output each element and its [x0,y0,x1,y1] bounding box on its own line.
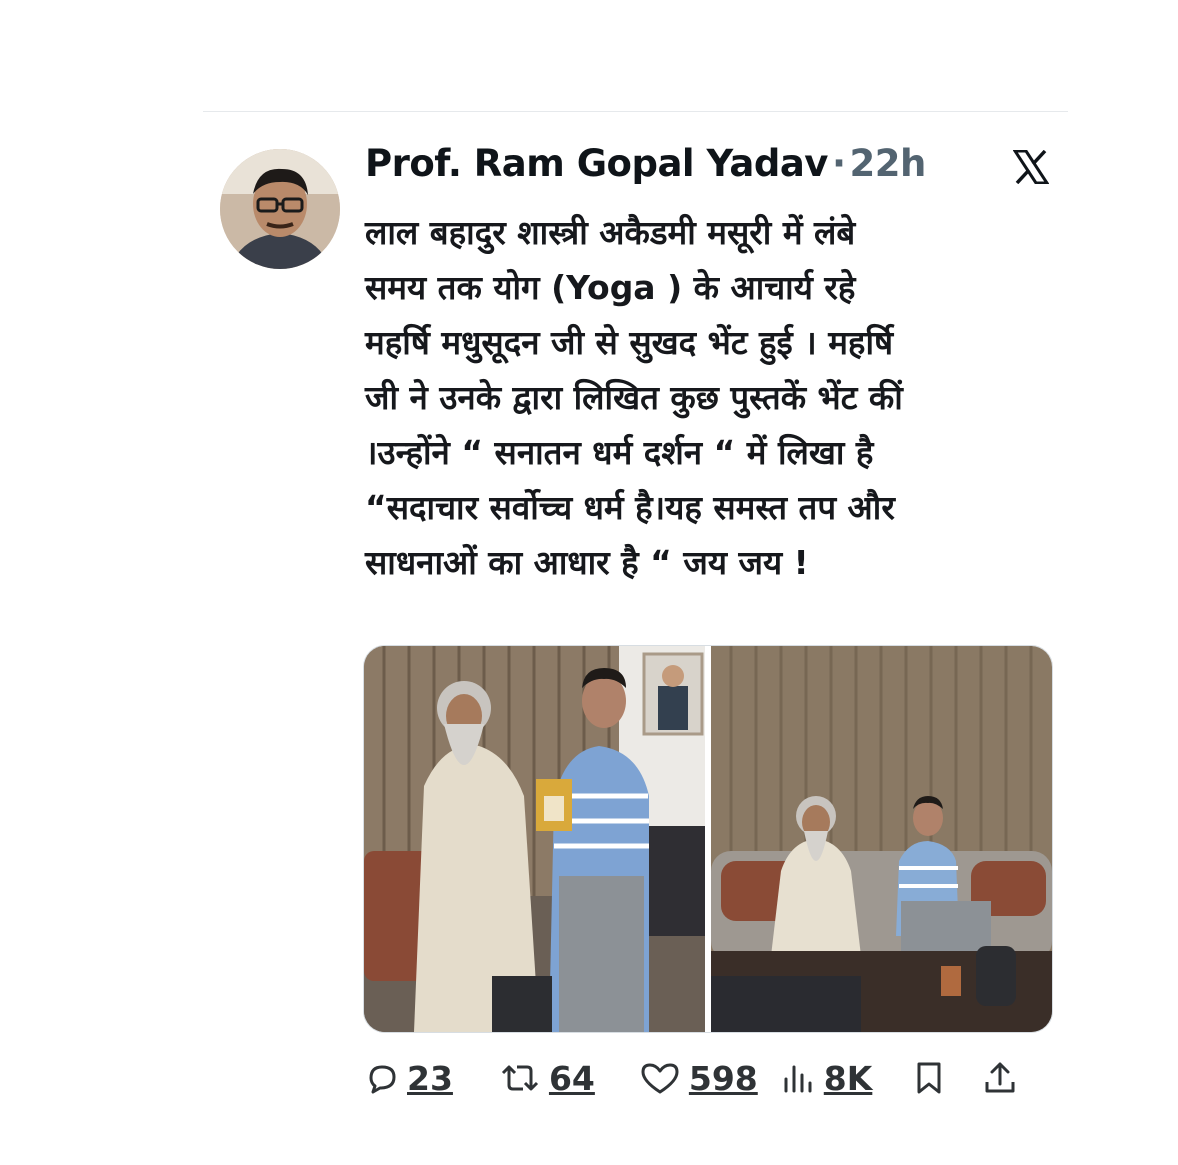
author-name[interactable]: Prof. Ram Gopal Yadav [365,142,828,185]
bookmark-button[interactable] [912,1060,946,1096]
view-count: 8K [823,1058,873,1098]
bookmark-icon [917,1062,941,1094]
bar-chart-icon [784,1065,812,1093]
speech-bubble-icon [369,1065,396,1094]
like-button[interactable]: 598 [639,1059,758,1098]
repost-arrows-icon [501,1065,538,1091]
avatar[interactable] [220,149,340,269]
tweet-header: Prof. Ram Gopal Yadav · 22h [365,142,926,185]
repost-button[interactable]: 64 [499,1059,595,1098]
separator-dot: · [831,142,846,185]
repost-count: 64 [548,1058,595,1098]
action-bar: 23 64 598 8K [365,1055,1055,1101]
photo-2[interactable] [711,646,1052,1032]
media-gallery[interactable] [363,645,1053,1033]
timestamp[interactable]: 22h [850,142,927,185]
like-count: 598 [688,1058,758,1098]
photo-1[interactable] [364,646,705,1032]
x-logo-icon [1012,149,1050,185]
share-upload-icon [985,1062,1015,1093]
reply-button[interactable]: 23 [365,1059,453,1098]
reply-count: 23 [407,1058,453,1098]
views-button[interactable]: 8K [780,1058,873,1098]
heart-icon [641,1063,679,1094]
share-button[interactable] [982,1060,1018,1096]
tweet-text: लाल बहादुर शास्त्री अकैडमी मसूरी में लंब… [365,213,903,582]
